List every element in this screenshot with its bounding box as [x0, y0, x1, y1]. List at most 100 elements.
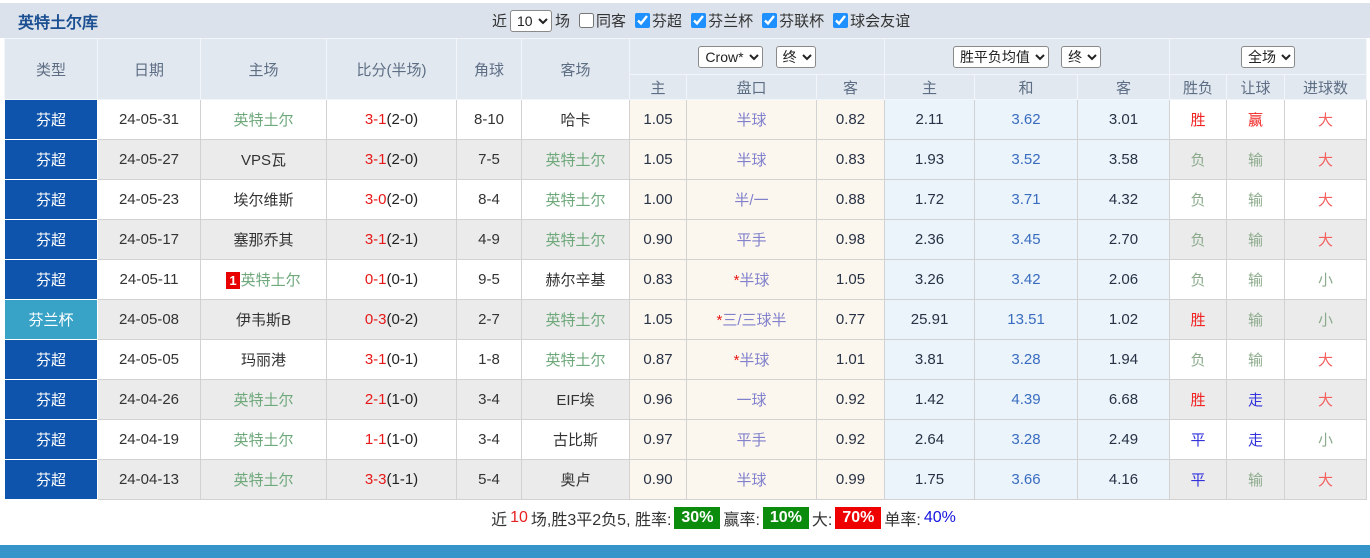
avg-draw-odds: 3.71	[974, 179, 1079, 220]
handicap-result: 输	[1226, 219, 1286, 260]
avg-type-select[interactable]: 胜平负均值	[952, 45, 1049, 68]
table-row: 芬超 24-05-23 埃尔维斯 3-0(2-0) 8-4 英特土尔 1.00 …	[4, 179, 1368, 220]
home-team-cell: 英特土尔	[200, 419, 327, 460]
avg-draw-odds: 3.45	[974, 219, 1079, 260]
league-badge: 芬超	[4, 139, 98, 180]
away-team-name: 英特土尔	[545, 312, 606, 329]
single-rate-value: 40%	[923, 509, 956, 526]
full-time-score: 3-1	[364, 151, 387, 168]
corner-count: 8-10	[456, 99, 522, 140]
sub-header-result: 胜负	[1169, 74, 1228, 100]
league-badge: 芬超	[4, 179, 98, 220]
score-cell: 1-1(1-0)	[326, 419, 457, 460]
half-time-score: (1-1)	[386, 471, 419, 488]
handicap-result: 输	[1226, 459, 1286, 500]
odds-home: 0.90	[629, 219, 687, 260]
avg-away-odds: 4.16	[1077, 459, 1171, 500]
avg-away-odds: 2.06	[1077, 259, 1171, 300]
away-team-cell: EIF埃	[521, 379, 630, 420]
avg-home-odds: 25.91	[884, 299, 976, 340]
avg-draw-odds: 3.28	[974, 339, 1079, 380]
odds-home: 0.90	[629, 459, 687, 500]
avg-away-odds: 1.94	[1077, 339, 1171, 380]
same-venue-label: 同客	[596, 13, 627, 30]
filter-checkbox-league2[interactable]	[691, 13, 707, 28]
home-team-name: 塞那乔其	[233, 232, 294, 249]
filter-checkbox-league1[interactable]	[635, 13, 651, 28]
handicap-line: 半球	[736, 472, 767, 489]
score-cell: 2-1(1-0)	[326, 379, 457, 420]
score-cell: 3-1(2-1)	[326, 219, 457, 260]
bookmaker-select[interactable]: Crow*	[698, 45, 764, 68]
filter-label-league1: 芬超	[652, 13, 683, 30]
full-time-score: 3-1	[364, 231, 387, 248]
away-team-cell: 赫尔辛基	[521, 259, 630, 300]
corner-count: 8-4	[456, 179, 522, 220]
table-row: 芬超 24-05-17 塞那乔其 3-1(2-1) 4-9 英特土尔 0.90 …	[4, 219, 1368, 260]
col-header-away: 客场	[521, 38, 630, 100]
goals-result: 大	[1284, 379, 1368, 420]
filter-label-league3: 芬联杯	[779, 13, 825, 30]
score-cell: 3-1(0-1)	[326, 339, 457, 380]
league-badge: 芬超	[4, 379, 98, 420]
handicap-result: 输	[1226, 139, 1286, 180]
matches-label: 场	[555, 13, 571, 30]
away-team-cell: 英特土尔	[521, 339, 630, 380]
match-result: 负	[1169, 259, 1228, 300]
home-team-name: 英特土尔	[240, 272, 301, 289]
score-cell: 3-0(2-0)	[326, 179, 457, 220]
goals-result: 大	[1284, 139, 1368, 180]
score-cell: 3-1(2-0)	[326, 139, 457, 180]
handicap-line: 平手	[736, 232, 767, 249]
handicap-line: 半球	[736, 112, 767, 129]
avg-time-select[interactable]: 终	[1061, 45, 1102, 68]
away-team-cell: 哈卡	[521, 99, 630, 140]
match-result: 平	[1169, 419, 1228, 460]
league-badge: 芬兰杯	[4, 299, 98, 340]
team-title: 英特土尔库	[18, 14, 99, 32]
big-rate-badge: 70%	[835, 507, 882, 529]
avg-away-odds: 1.02	[1077, 299, 1171, 340]
same-venue-checkbox[interactable]	[579, 13, 595, 28]
odds-away: 0.98	[815, 219, 886, 260]
half-time-score: (1-0)	[386, 391, 419, 408]
odds-away: 1.01	[815, 339, 886, 380]
half-time-score: (0-1)	[386, 271, 419, 288]
recent-count-select[interactable]: 10	[510, 9, 553, 32]
away-team-name: 哈卡	[560, 112, 591, 129]
home-team-name: 伊韦斯B	[235, 312, 291, 329]
filter-checkbox-league4[interactable]	[833, 13, 849, 28]
handicap-result: 输	[1226, 259, 1286, 300]
match-date: 24-04-19	[97, 419, 201, 460]
scope-select[interactable]: 全场	[1241, 45, 1296, 68]
handicap-result: 输	[1226, 299, 1286, 340]
handicap-result: 赢	[1226, 99, 1286, 140]
corner-count: 5-4	[456, 459, 522, 500]
half-time-score: (0-1)	[386, 351, 419, 368]
match-date: 24-04-13	[97, 459, 201, 500]
table-row: 芬超 24-04-19 英特土尔 1-1(1-0) 3-4 古比斯 0.97 平…	[4, 419, 1368, 460]
match-result: 负	[1169, 139, 1228, 180]
away-team-cell: 英特土尔	[521, 179, 630, 220]
handicap-rate-label: 赢率:	[723, 512, 760, 529]
home-team-cell: 1 英特土尔	[200, 259, 327, 300]
match-table: 类型 日期 主场 比分(半场) 角球 客场 Crow* 终 胜平负均值 终 全场	[4, 38, 1368, 500]
goals-result: 小	[1284, 419, 1368, 460]
odds-home: 1.05	[629, 99, 687, 140]
away-team-cell: 英特土尔	[521, 219, 630, 260]
sub-header-handicap: 盘口	[686, 74, 817, 100]
avg-away-odds: 3.58	[1077, 139, 1171, 180]
avg-draw-odds: 3.28	[974, 419, 1079, 460]
odds-home: 0.97	[629, 419, 687, 460]
away-team-cell: 英特土尔	[521, 139, 630, 180]
filter-checkbox-league3[interactable]	[762, 13, 778, 28]
sub-header-odds-home: 主	[629, 74, 687, 100]
half-time-score: (2-0)	[386, 151, 419, 168]
odds-time-select[interactable]: 终	[775, 45, 816, 68]
odds-away: 0.83	[815, 139, 886, 180]
goals-result: 大	[1284, 459, 1368, 500]
handicap-result: 输	[1226, 179, 1286, 220]
avg-away-odds: 2.70	[1077, 219, 1171, 260]
league-badge: 芬超	[4, 339, 98, 380]
full-time-score: 2-1	[364, 391, 387, 408]
